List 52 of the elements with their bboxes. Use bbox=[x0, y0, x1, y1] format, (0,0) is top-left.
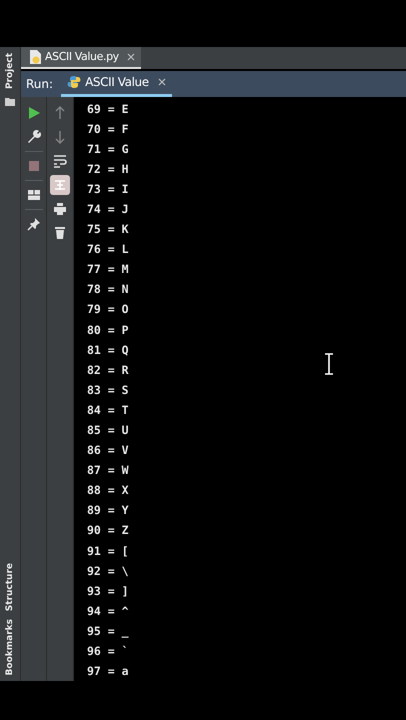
output-line: 75 = K bbox=[87, 221, 129, 238]
output-line: 74 = J bbox=[87, 200, 129, 218]
python-icon bbox=[67, 75, 82, 90]
stop-icon bbox=[26, 158, 40, 173]
soft-wrap-icon bbox=[53, 154, 67, 168]
scroll-button[interactable] bbox=[50, 174, 70, 195]
output-line: 88 = X bbox=[87, 482, 129, 500]
output-line: 84 = T bbox=[87, 402, 129, 419]
output-line: 95 = _ bbox=[87, 622, 129, 640]
output-line: 86 = V bbox=[87, 442, 129, 460]
output-line: 87 = W bbox=[87, 462, 129, 480]
tool-window-tab[interactable]: Structure bbox=[5, 562, 15, 611]
pin-icon bbox=[26, 216, 40, 231]
close-icon[interactable] bbox=[158, 78, 166, 86]
output-line: 94 = ^ bbox=[87, 602, 129, 620]
output-line: 91 = [ bbox=[87, 542, 129, 560]
output-line: 80 = P bbox=[87, 322, 129, 339]
printer-icon bbox=[53, 202, 67, 216]
output-line: 89 = Y bbox=[87, 502, 129, 520]
output-line: 73 = I bbox=[87, 180, 129, 198]
play-icon bbox=[26, 106, 40, 120]
output-line: 78 = N bbox=[87, 281, 129, 298]
output-line: 71 = G bbox=[87, 140, 129, 158]
trash-icon bbox=[53, 226, 67, 240]
output-line: 82 = R bbox=[87, 362, 129, 379]
python-file-icon bbox=[29, 50, 42, 64]
down-arrow-icon bbox=[53, 130, 67, 144]
output-line: 92 = \ bbox=[87, 562, 129, 580]
folder-icon bbox=[5, 96, 15, 106]
output-line: 93 = ] bbox=[87, 582, 129, 600]
output-line: 81 = Q bbox=[87, 342, 129, 359]
up-arrow-icon bbox=[53, 106, 67, 120]
layout-icon bbox=[26, 188, 40, 202]
close-icon[interactable] bbox=[126, 52, 135, 61]
output-line: 72 = H bbox=[87, 160, 129, 178]
output-line: 79 = O bbox=[87, 301, 129, 318]
output-line: 96 = ` bbox=[87, 643, 129, 660]
tool-window-tab[interactable]: Bookmarks bbox=[5, 618, 15, 676]
output-line: 69 = E bbox=[87, 100, 129, 118]
output-line: 97 = a bbox=[87, 663, 129, 680]
output-line: 76 = L bbox=[87, 241, 129, 258]
output-line: 90 = Z bbox=[87, 522, 129, 540]
text-cursor-icon bbox=[324, 352, 334, 375]
output-line: 77 = M bbox=[87, 261, 129, 278]
output-line: 83 = S bbox=[87, 382, 129, 399]
run-label: Run: bbox=[25, 76, 54, 91]
output-line: 85 = U bbox=[87, 422, 129, 440]
wrench-icon bbox=[26, 130, 40, 144]
scroll-to-end-icon bbox=[53, 178, 67, 192]
editor-tab[interactable]: ASCII Value.py bbox=[21, 46, 141, 69]
output-line: 70 = F bbox=[87, 120, 129, 138]
project-tab[interactable]: Project bbox=[5, 52, 15, 89]
